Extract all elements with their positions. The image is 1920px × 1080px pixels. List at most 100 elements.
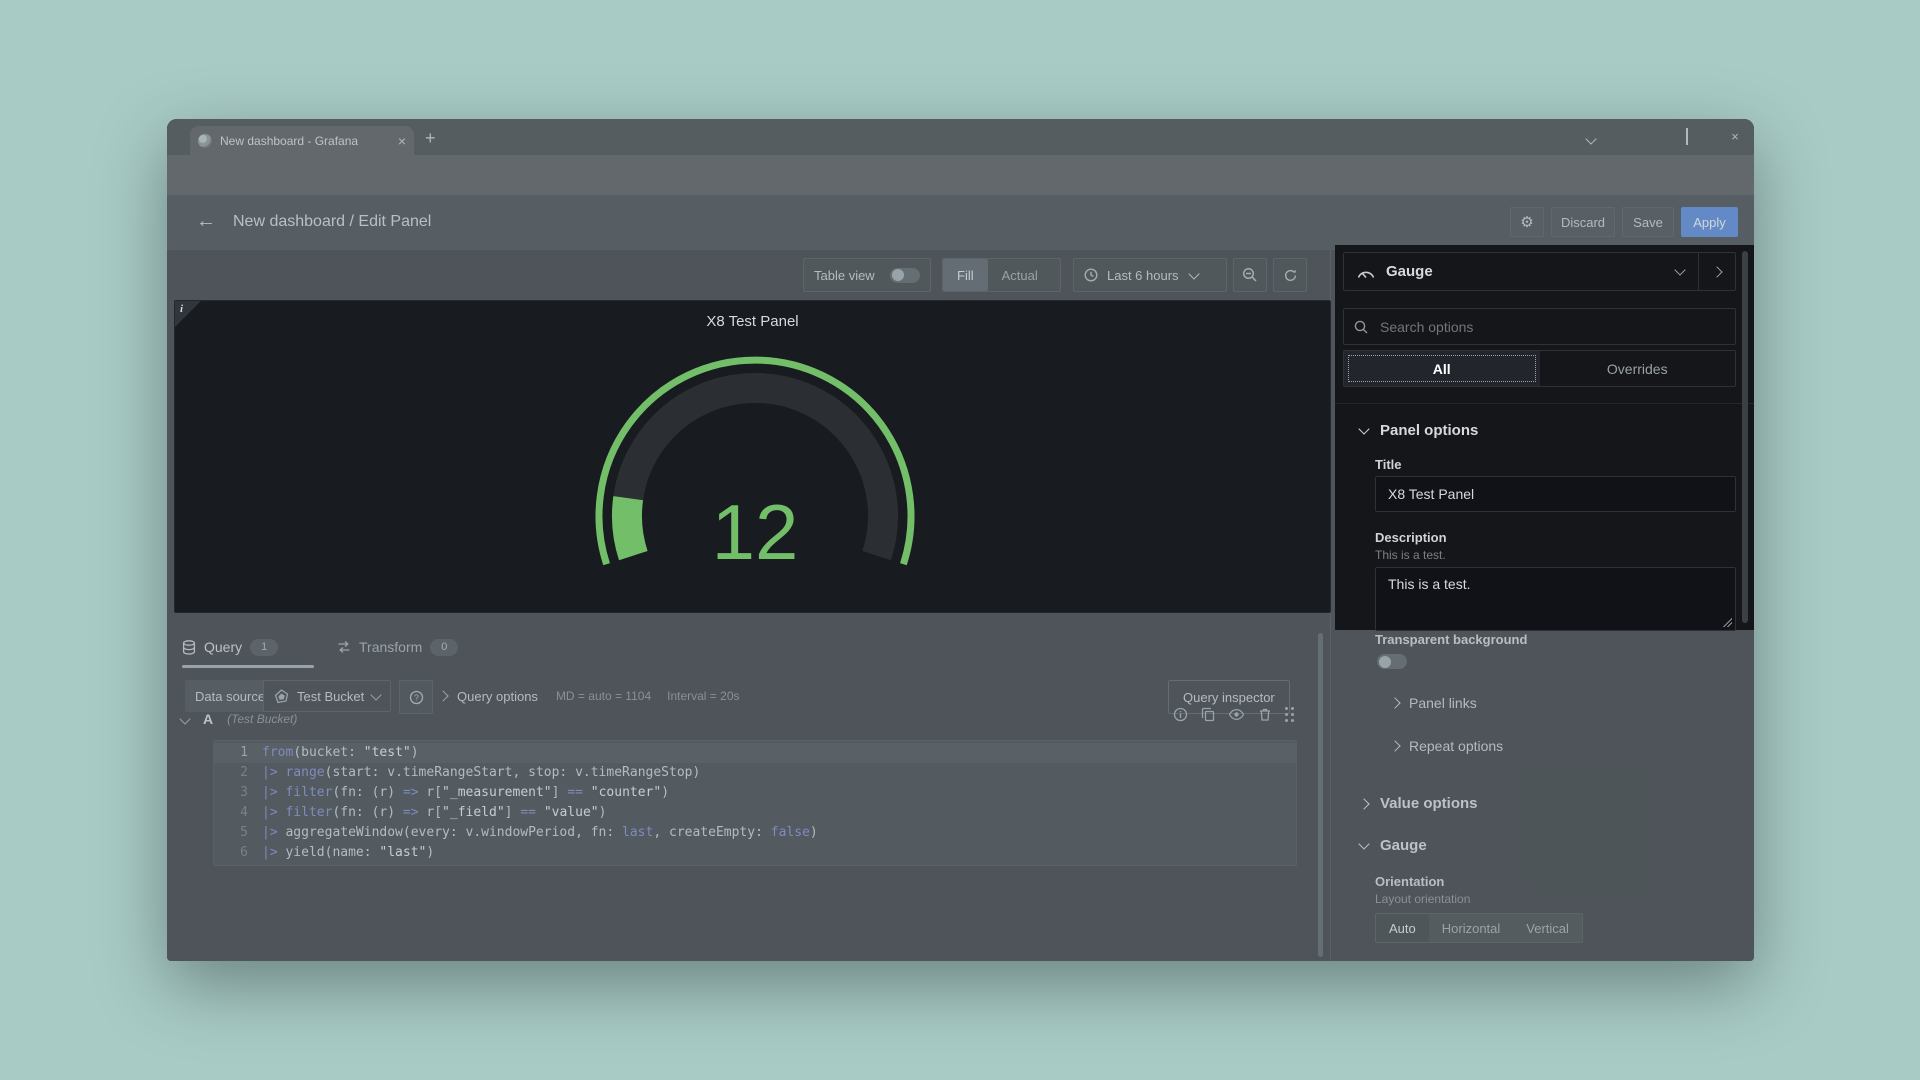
code-line[interactable]: 3 |> filter(fn: (r) => r["_measurement"]…	[214, 783, 1296, 803]
line-number: 1	[214, 743, 262, 763]
fill-actual-group: Fill Actual	[942, 258, 1061, 292]
resize-handle-icon[interactable]	[1723, 618, 1732, 627]
tab-overrides[interactable]: Overrides	[1540, 351, 1736, 386]
interval-info: Interval = 20s	[667, 689, 739, 703]
description-label: Description	[1375, 530, 1447, 545]
query-options-label: Query options	[457, 689, 538, 704]
discard-button[interactable]: Discard	[1551, 207, 1615, 237]
chevron-right-icon	[1389, 697, 1400, 708]
panel-options-header: Panel options	[1380, 422, 1478, 439]
code-line[interactable]: 4 |> filter(fn: (r) => r["_field"] == "v…	[214, 803, 1296, 823]
datasource-value: Test Bucket	[297, 689, 364, 704]
maximize-button[interactable]	[1677, 129, 1697, 144]
table-view-toggle[interactable]	[890, 268, 920, 283]
gauge-options-section[interactable]: Gauge	[1360, 837, 1427, 854]
chevron-down-icon	[1358, 423, 1369, 434]
trash-icon[interactable]	[1258, 707, 1272, 722]
collapse-chevron-icon[interactable]	[179, 713, 190, 724]
query-section-scrollbar[interactable]	[1318, 633, 1323, 957]
value-options-section[interactable]: Value options	[1360, 795, 1478, 812]
new-tab-button[interactable]: +	[425, 129, 436, 147]
code-text: from(bucket: "test")	[262, 743, 419, 763]
panel-description-textarea[interactable]: This is a test.	[1375, 567, 1736, 631]
tab-transform[interactable]: Transform 0	[337, 630, 458, 664]
flux-code-lines: 1from(bucket: "test")2 |> range(start: v…	[214, 743, 1296, 863]
flux-query-editor[interactable]: 1from(bucket: "test")2 |> range(start: v…	[213, 740, 1297, 866]
query-row-actions	[1173, 707, 1288, 722]
panel-links-section[interactable]: Panel links	[1391, 695, 1477, 711]
refresh-button[interactable]	[1273, 258, 1307, 292]
fill-option[interactable]: Fill	[943, 259, 988, 291]
dashboard-settings-button[interactable]: ⚙	[1510, 207, 1544, 237]
tab-all[interactable]: All	[1344, 351, 1540, 386]
repeat-options-section[interactable]: Repeat options	[1391, 738, 1503, 754]
code-text: |> filter(fn: (r) => r["_field"] == "val…	[262, 803, 606, 823]
visualization-picker[interactable]: Gauge	[1343, 252, 1736, 291]
transparent-background-label: Transparent background	[1375, 632, 1527, 647]
query-ref-id: A	[203, 711, 213, 727]
help-circle-icon: ?	[409, 690, 424, 705]
query-count-badge: 1	[250, 639, 278, 656]
code-line[interactable]: 5 |> aggregateWindow(every: v.windowPeri…	[214, 823, 1296, 843]
gauge-viz-icon	[1356, 265, 1376, 279]
browser-tab[interactable]: New dashboard - Grafana ×	[190, 126, 414, 155]
back-to-dashboard-button[interactable]: ←	[191, 208, 221, 236]
page-title: New dashboard / Edit Panel	[233, 213, 431, 231]
panel-title-input[interactable]	[1375, 476, 1736, 512]
time-range-picker[interactable]: Last 6 hours	[1073, 258, 1227, 292]
chevron-down-icon	[371, 689, 382, 700]
tab-transform-label: Transform	[359, 639, 422, 655]
browser-toolbar: ← → ⚠ No seguro 192.168.0.14:3000/dashbo…	[167, 155, 1754, 195]
chevron-down-icon	[1188, 268, 1199, 279]
repeat-options-label: Repeat options	[1409, 738, 1503, 754]
transform-icon	[337, 640, 351, 654]
code-text: |> range(start: v.timeRangeStart, stop: …	[262, 763, 700, 783]
eye-icon[interactable]	[1228, 708, 1245, 721]
orientation-vertical[interactable]: Vertical	[1513, 914, 1582, 942]
sidebar-scrollbar[interactable]	[1742, 251, 1748, 623]
orientation-auto[interactable]: Auto	[1376, 914, 1429, 942]
chevron-down-icon[interactable]	[1674, 264, 1685, 275]
browser-window: New dashboard - Grafana × + × ← → ⚠ No s…	[167, 119, 1754, 961]
datasource-help-button[interactable]: ?	[399, 680, 433, 714]
value-options-header: Value options	[1380, 795, 1478, 812]
actual-option[interactable]: Actual	[988, 259, 1052, 291]
tab-search-chevron-icon[interactable]	[1581, 129, 1601, 146]
panel-options-section[interactable]: Panel options	[1360, 422, 1478, 439]
query-options-row[interactable]: Query options MD = auto = 1104 Interval …	[439, 680, 740, 712]
save-button[interactable]: Save	[1622, 207, 1674, 237]
line-number: 6	[214, 843, 262, 863]
tab-close-icon[interactable]: ×	[398, 133, 406, 149]
collapse-pane-icon[interactable]	[1711, 266, 1722, 277]
code-line[interactable]: 6 |> yield(name: "last")	[214, 843, 1296, 863]
gauge-value-text: 12	[712, 488, 799, 576]
tab-query[interactable]: Query 1	[182, 630, 278, 664]
database-icon	[182, 640, 196, 655]
viz-name: Gauge	[1386, 263, 1433, 280]
apply-button[interactable]: Apply	[1681, 207, 1738, 237]
info-circle-icon[interactable]	[1173, 707, 1188, 722]
duplicate-icon[interactable]	[1201, 707, 1215, 722]
gauge-panel[interactable]: i X8 Test Panel 12	[174, 300, 1331, 613]
chevron-right-icon	[1389, 740, 1400, 751]
influxdb-icon	[274, 689, 289, 704]
code-line[interactable]: 1from(bucket: "test")	[214, 743, 1296, 763]
code-line[interactable]: 2 |> range(start: v.timeRangeStart, stop…	[214, 763, 1296, 783]
query-row-header[interactable]: A (Test Bucket)	[181, 704, 297, 734]
line-number: 4	[214, 803, 262, 823]
time-range-label: Last 6 hours	[1107, 268, 1179, 283]
code-text: |> yield(name: "last")	[262, 843, 434, 863]
table-view-group: Table view	[803, 258, 931, 292]
browser-tab-bar: New dashboard - Grafana × + ×	[167, 119, 1754, 155]
options-search[interactable]	[1343, 308, 1736, 345]
drag-handle-icon[interactable]	[1285, 707, 1288, 710]
line-number: 3	[214, 783, 262, 803]
zoom-out-button[interactable]	[1233, 258, 1267, 292]
window-close-button[interactable]: ×	[1725, 129, 1745, 144]
search-input[interactable]	[1378, 318, 1682, 336]
orientation-horizontal[interactable]: Horizontal	[1429, 914, 1514, 942]
divider	[1698, 253, 1699, 290]
refresh-icon	[1283, 268, 1298, 283]
transparent-background-toggle[interactable]	[1377, 654, 1407, 669]
max-data-points-info: MD = auto = 1104	[556, 689, 651, 703]
